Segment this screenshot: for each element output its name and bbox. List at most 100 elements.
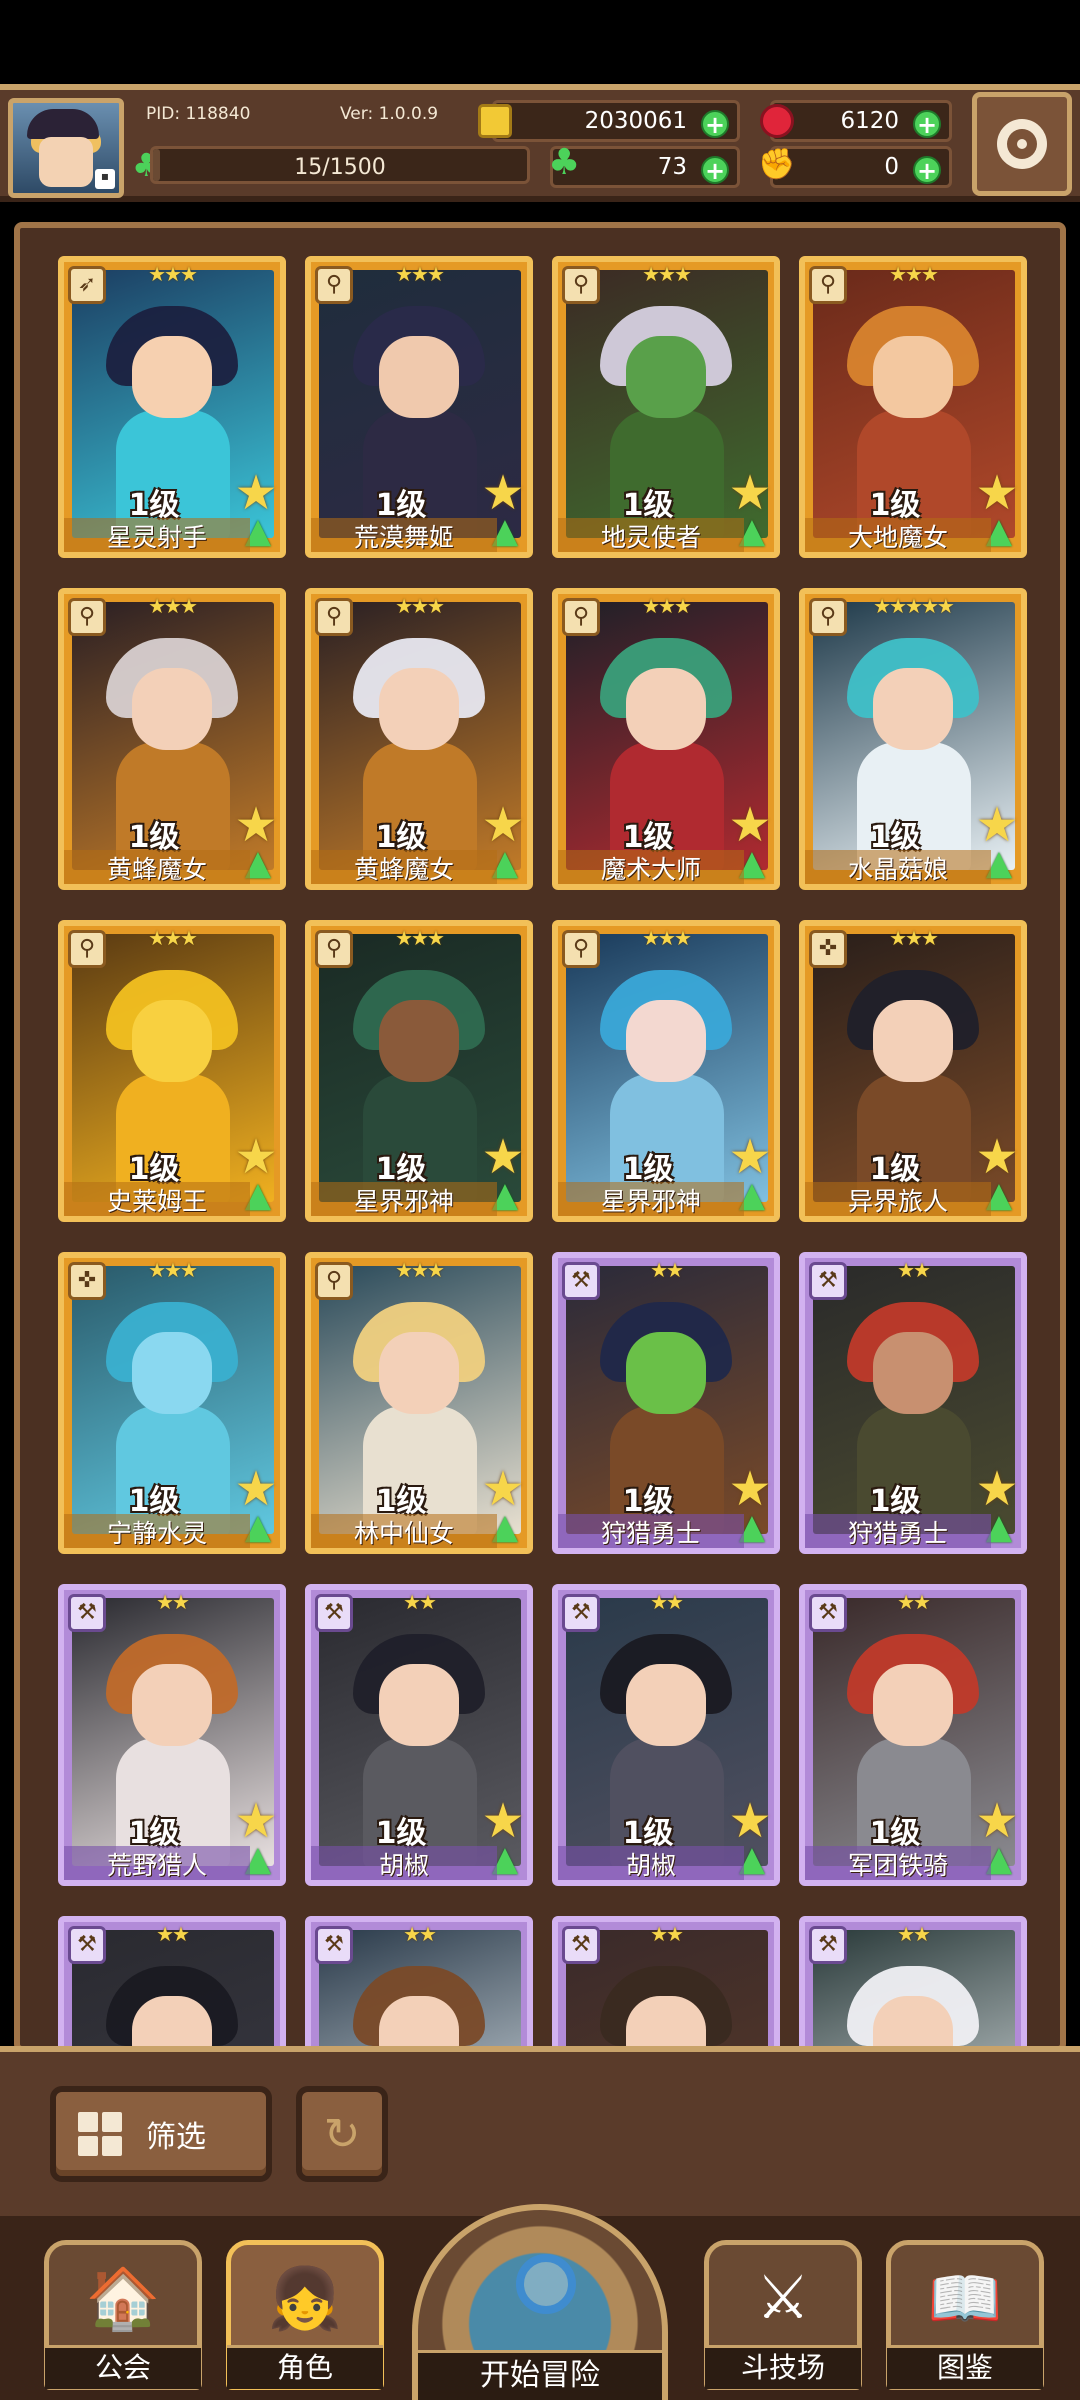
nav-character[interactable]: 👧 角色 bbox=[226, 2240, 384, 2390]
add-hand-resource-button[interactable]: + bbox=[913, 156, 941, 184]
avatar-card-icon: ▪ bbox=[95, 169, 115, 189]
character-card[interactable]: ⚒ ★★ 1级 ★ ▲ 狩猎勇士 bbox=[552, 1252, 780, 1554]
star-upgrade-icon[interactable]: ★ bbox=[479, 1465, 527, 1513]
portrait-face bbox=[132, 1996, 212, 2046]
character-card[interactable]: ➶ ★★★ 1级 ★ ▲ 星灵射手 bbox=[58, 256, 286, 558]
portrait-face bbox=[379, 336, 459, 418]
star-upgrade-icon[interactable]: ★ bbox=[479, 1797, 527, 1845]
character-card[interactable]: ⚒ ★★ bbox=[58, 1916, 286, 2046]
character-card[interactable]: ⚲ ★★★ 1级 ★ ▲ 星界邪神 bbox=[305, 920, 533, 1222]
star-upgrade-icon[interactable]: ★ bbox=[479, 469, 527, 517]
character-card[interactable]: ⚲ ★★★ 1级 ★ ▲ 史莱姆王 bbox=[58, 920, 286, 1222]
refresh-button[interactable]: ↻ bbox=[296, 2086, 388, 2182]
star-upgrade-icon[interactable]: ★ bbox=[479, 801, 527, 849]
character-card[interactable]: ⚒ ★★ 1级 ★ ▲ 狩猎勇士 bbox=[799, 1252, 1027, 1554]
star-upgrade-icon[interactable]: ★ bbox=[232, 801, 280, 849]
settings-button[interactable] bbox=[972, 92, 1072, 196]
character-card[interactable]: ⚒ ★★ 1级 ★ ▲ 胡椒 bbox=[305, 1584, 533, 1886]
star-upgrade-icon[interactable]: ★ bbox=[726, 1133, 774, 1181]
character-card[interactable]: ⚒ ★★ bbox=[799, 1916, 1027, 2046]
character-card[interactable]: ⚲ ★★★ 1级 ★ ▲ 林中仙女 bbox=[305, 1252, 533, 1554]
star-upgrade-icon[interactable]: ★ bbox=[973, 801, 1021, 849]
character-card[interactable]: ⚲ ★★★ 1级 ★ ▲ 地灵使者 bbox=[552, 256, 780, 558]
portrait-face bbox=[379, 668, 459, 750]
add-gold-button[interactable]: + bbox=[701, 110, 729, 138]
gold-coin-icon bbox=[478, 104, 512, 138]
rarity-stars: ★★★ bbox=[642, 262, 692, 286]
top-status-bar: ▪ PID: 118840 Ver: 1.0.0.9 ♣ 15/1500 203… bbox=[0, 84, 1080, 202]
bottom-navigation: 🏠 公会 👧 角色 开始冒险 ⚔ 斗技场 📖 图鉴 bbox=[0, 2204, 1080, 2400]
start-adventure-button[interactable]: 开始冒险 bbox=[412, 2204, 668, 2400]
avatar-face bbox=[39, 137, 93, 187]
character-card[interactable]: ⚒ ★★ 1级 ★ ▲ 胡椒 bbox=[552, 1584, 780, 1886]
star-upgrade-icon[interactable]: ★ bbox=[973, 1797, 1021, 1845]
character-name: 星灵射手 bbox=[64, 518, 250, 552]
experience-text: 15/1500 bbox=[294, 155, 386, 180]
hand-icon: ✊ bbox=[758, 147, 796, 182]
nav-arena[interactable]: ⚔ 斗技场 bbox=[704, 2240, 862, 2390]
star-upgrade-icon[interactable]: ★ bbox=[973, 1133, 1021, 1181]
portrait-face bbox=[873, 1664, 953, 1746]
start-adventure-label: 开始冒险 bbox=[418, 2350, 662, 2400]
clover-amount: 73 bbox=[657, 154, 687, 180]
star-upgrade-icon[interactable]: ★ bbox=[973, 469, 1021, 517]
character-card[interactable]: ⚲ ★★★★★ 1级 ★ ▲ 水晶菇娘 bbox=[799, 588, 1027, 890]
star-upgrade-icon[interactable]: ★ bbox=[232, 1133, 280, 1181]
star-upgrade-icon[interactable]: ★ bbox=[232, 469, 280, 517]
character-card[interactable]: ⚲ ★★★ 1级 ★ ▲ 黄蜂魔女 bbox=[58, 588, 286, 890]
star-upgrade-icon[interactable]: ★ bbox=[232, 1797, 280, 1845]
character-card[interactable]: ⚒ ★★ 1级 ★ ▲ 荒野猎人 bbox=[58, 1584, 286, 1886]
character-name: 荒漠舞姬 bbox=[311, 518, 497, 552]
portrait-face bbox=[132, 336, 212, 418]
character-name: 林中仙女 bbox=[311, 1514, 497, 1548]
portrait-face bbox=[379, 1332, 459, 1414]
star-upgrade-icon[interactable]: ★ bbox=[479, 1133, 527, 1181]
nav-guild[interactable]: 🏠 公会 bbox=[44, 2240, 202, 2390]
character-card[interactable]: ⚲ ★★★ 1级 ★ ▲ 星界邪神 bbox=[552, 920, 780, 1222]
rarity-stars: ★★ bbox=[897, 1922, 931, 1946]
add-gem-button[interactable]: + bbox=[913, 110, 941, 138]
add-clover-button[interactable]: + bbox=[701, 156, 729, 184]
character-card[interactable]: ✜ ★★★ 1级 ★ ▲ 异界旅人 bbox=[799, 920, 1027, 1222]
nav-codex[interactable]: 📖 图鉴 bbox=[886, 2240, 1044, 2390]
rarity-stars: ★★★ bbox=[395, 926, 445, 950]
character-icon: 👧 bbox=[267, 2264, 343, 2334]
character-card[interactable]: ⚒ ★★ bbox=[305, 1916, 533, 2046]
avatar-hat bbox=[27, 109, 99, 139]
character-name: 军团铁骑 bbox=[805, 1846, 991, 1880]
character-list-panel[interactable]: ➶ ★★★ 1级 ★ ▲ 星灵射手 ⚲ ★★★ 1级 ★ ▲ 荒漠舞姬 ⚲ ★★★ 1级 ★ ▲ 地灵使者 ⚲ ★★★… bbox=[14, 222, 1066, 2052]
player-avatar[interactable]: ▪ bbox=[8, 98, 124, 198]
character-card[interactable]: ⚲ ★★★ 1级 ★ ▲ 魔术大师 bbox=[552, 588, 780, 890]
guild-house-icon: 🏠 bbox=[85, 2264, 161, 2334]
rarity-stars: ★★★ bbox=[642, 926, 692, 950]
player-id: PID: 118840 bbox=[146, 104, 251, 124]
character-card[interactable]: ⚲ ★★★ 1级 ★ ▲ 黄蜂魔女 bbox=[305, 588, 533, 890]
character-card[interactable]: ⚲ ★★★ 1级 ★ ▲ 大地魔女 bbox=[799, 256, 1027, 558]
character-name: 星界邪神 bbox=[311, 1182, 497, 1216]
character-card[interactable]: ⚒ ★★ 1级 ★ ▲ 军团铁骑 bbox=[799, 1584, 1027, 1886]
character-card[interactable]: ✜ ★★★ 1级 ★ ▲ 宁静水灵 bbox=[58, 1252, 286, 1554]
portrait-face bbox=[626, 668, 706, 750]
hand-resource-amount: 0 bbox=[884, 154, 899, 180]
character-name: 魔术大师 bbox=[558, 850, 744, 884]
star-upgrade-icon[interactable]: ★ bbox=[232, 1465, 280, 1513]
character-card[interactable]: ⚒ ★★ bbox=[552, 1916, 780, 2046]
portrait-face bbox=[873, 336, 953, 418]
rarity-stars: ★★★ bbox=[148, 594, 198, 618]
star-upgrade-icon[interactable]: ★ bbox=[726, 1465, 774, 1513]
star-upgrade-icon[interactable]: ★ bbox=[973, 1465, 1021, 1513]
star-upgrade-icon[interactable]: ★ bbox=[726, 1797, 774, 1845]
rarity-stars: ★★★ bbox=[642, 594, 692, 618]
filter-button[interactable]: 筛选 bbox=[50, 2086, 272, 2182]
star-upgrade-icon[interactable]: ★ bbox=[726, 469, 774, 517]
portrait-face bbox=[379, 1664, 459, 1746]
portrait-face bbox=[132, 1664, 212, 1746]
gold-counter: 2030061 + bbox=[492, 100, 740, 142]
ruby-gem-icon bbox=[760, 104, 794, 138]
portrait-face bbox=[626, 1332, 706, 1414]
star-upgrade-icon[interactable]: ★ bbox=[726, 801, 774, 849]
rarity-stars: ★★ bbox=[650, 1922, 684, 1946]
character-card[interactable]: ⚲ ★★★ 1级 ★ ▲ 荒漠舞姬 bbox=[305, 256, 533, 558]
portrait-face bbox=[132, 1000, 212, 1082]
portrait-face bbox=[132, 668, 212, 750]
